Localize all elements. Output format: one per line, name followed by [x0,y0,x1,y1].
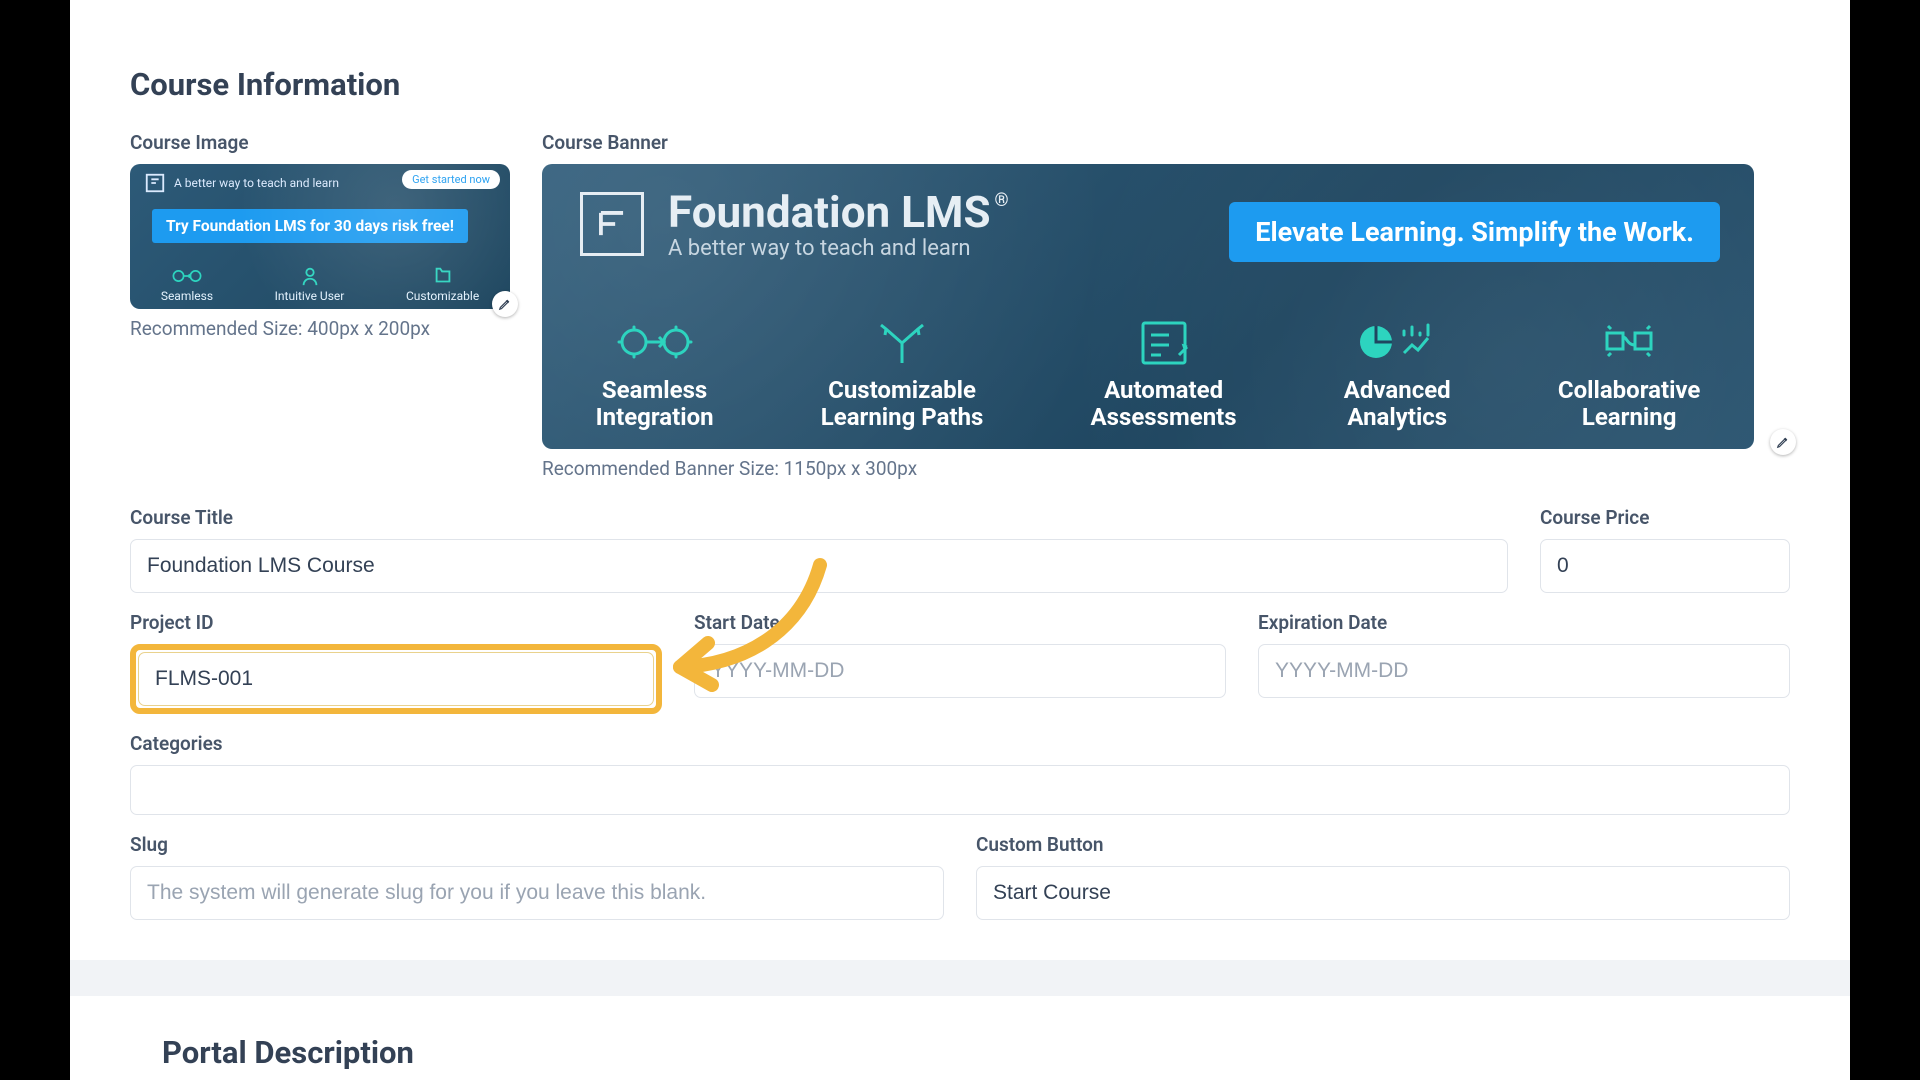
banner-logo-icon [580,192,644,256]
chip-intuitive: Intuitive User [275,265,345,303]
feature-seamless-integration: Seamless Integration [596,313,714,431]
start-date-input[interactable] [694,644,1226,698]
custom-button-input[interactable] [976,866,1790,920]
section-title-portal-description: Portal Description [130,996,1790,1080]
hint-course-banner-size: Recommended Banner Size: 1150px x 300px [542,457,1790,480]
label-course-price: Course Price [1540,506,1790,529]
expiration-date-input[interactable] [1258,644,1790,698]
label-categories: Categories [130,732,1790,755]
feature-collaborative-learning: Collaborative Learning [1558,313,1701,431]
label-course-image: Course Image [130,131,510,154]
label-slug: Slug [130,833,944,856]
edit-course-image-button[interactable] [492,291,518,317]
course-image-subtitle: A better way to teach and learn [174,176,339,190]
section-title-course-info: Course Information [130,66,1790,103]
get-started-pill: Get started now [402,170,500,189]
project-id-input[interactable] [138,652,654,706]
label-course-title: Course Title [130,506,1508,529]
logo-icon [144,172,166,194]
edit-course-banner-button[interactable] [1770,429,1796,455]
course-banner-preview[interactable]: Foundation LMS ® A better way to teach a… [542,164,1754,449]
course-image-preview[interactable]: A better way to teach and learn Get star… [130,164,510,309]
feature-learning-paths: Customizable Learning Paths [821,313,984,431]
highlight-project-id [130,644,662,714]
categories-input[interactable] [130,765,1790,815]
course-image-cta: Try Foundation LMS for 30 days risk free… [152,209,468,243]
label-start-date: Start Date [694,611,1226,634]
feature-automated-assessments: Automated Assessments [1091,313,1237,431]
feature-advanced-analytics: Advanced Analytics [1344,313,1451,431]
banner-tagline: Elevate Learning. Simplify the Work. [1229,202,1720,262]
slug-input[interactable] [130,866,944,920]
banner-brand: Foundation LMS [668,186,991,238]
banner-subtitle: A better way to teach and learn [668,236,1009,261]
course-title-input[interactable] [130,539,1508,593]
label-project-id: Project ID [130,611,662,634]
label-course-banner: Course Banner [542,131,1790,154]
label-custom-button: Custom Button [976,833,1790,856]
chip-customizable: Customizable [406,265,479,303]
label-expiration-date: Expiration Date [1258,611,1790,634]
hint-course-image-size: Recommended Size: 400px x 200px [130,317,510,340]
pencil-icon [498,297,512,311]
pencil-icon [1776,435,1790,449]
course-price-input[interactable] [1540,539,1790,593]
chip-seamless: Seamless [161,265,213,303]
registered-mark: ® [995,190,1009,211]
